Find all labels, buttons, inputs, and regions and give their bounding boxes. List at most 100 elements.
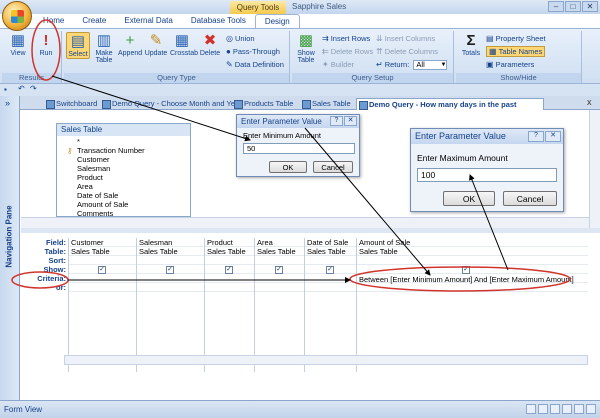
grid-column-salesman[interactable]: Salesman Sales Table ✓ bbox=[136, 238, 202, 372]
redo-icon[interactable]: ↷ bbox=[30, 84, 37, 93]
grid-column-amount-of-sale[interactable]: Amount of Sale Sales Table ✓ Between [En… bbox=[356, 238, 588, 372]
field-cell[interactable]: Product bbox=[207, 238, 233, 247]
close-window-button[interactable]: ✕ bbox=[582, 1, 598, 12]
view-icon[interactable] bbox=[586, 404, 596, 414]
field-item-comments[interactable]: Comments bbox=[77, 209, 113, 217]
show-checkbox[interactable]: ✓ bbox=[462, 266, 470, 274]
criteria-cell[interactable]: Between [Enter Minimum Amount] And [Ente… bbox=[359, 275, 574, 284]
update-button[interactable]: ✎ Update bbox=[144, 32, 168, 57]
field-item-area[interactable]: Area bbox=[77, 182, 93, 191]
sales-table-field-list[interactable]: Sales Table * ⚷ Transaction Number Custom… bbox=[56, 123, 191, 217]
ok-button[interactable]: OK bbox=[443, 191, 495, 206]
delete-label: Delete bbox=[199, 50, 221, 57]
totals-button[interactable]: Σ Totals bbox=[458, 32, 484, 57]
close-document-icon[interactable]: x bbox=[587, 97, 592, 107]
select-button[interactable]: ▤ Select bbox=[66, 32, 90, 59]
table-cell[interactable]: Sales Table bbox=[207, 247, 246, 256]
dialog-title-buttons: ? ✕ bbox=[330, 116, 357, 126]
table-names-button[interactable]: ▦ Table Names bbox=[486, 46, 546, 57]
tab-design[interactable]: Design bbox=[254, 14, 300, 28]
vertical-scrollbar[interactable] bbox=[589, 110, 600, 228]
view-button[interactable]: ▦ View bbox=[6, 32, 30, 57]
cancel-button[interactable]: Cancel bbox=[503, 191, 557, 206]
doc-tab-products-table[interactable]: Products Table bbox=[232, 98, 293, 110]
horizontal-scrollbar-top[interactable] bbox=[21, 217, 589, 228]
doc-tab-switchboard[interactable]: Switchboard bbox=[44, 98, 97, 110]
maximize-button[interactable]: □ bbox=[565, 1, 581, 12]
delete-rows-button[interactable]: ⇇ Delete Rows bbox=[322, 47, 373, 56]
crosstab-button[interactable]: ▦ Crosstab bbox=[170, 32, 198, 57]
field-item-amount-of-sale[interactable]: Amount of Sale bbox=[77, 200, 128, 209]
doc-tab-demo-query-month-year[interactable]: Demo Query - Choose Month and Year bbox=[100, 98, 242, 110]
tab-database-tools[interactable]: Database Tools bbox=[182, 14, 255, 28]
ok-button[interactable]: OK bbox=[269, 161, 307, 173]
delete-query-button[interactable]: ✖ Delete bbox=[198, 32, 222, 57]
help-button[interactable]: ? bbox=[330, 116, 343, 126]
field-item-label: Transaction Number bbox=[77, 146, 145, 155]
delete-columns-button[interactable]: ⇈ Delete Columns bbox=[376, 47, 438, 56]
table-cell[interactable]: Sales Table bbox=[71, 247, 110, 256]
dialog-close-button[interactable]: ✕ bbox=[545, 131, 561, 142]
run-button[interactable]: ! Run bbox=[34, 32, 58, 57]
field-item-customer[interactable]: Customer bbox=[77, 155, 110, 164]
cancel-button[interactable]: Cancel bbox=[313, 161, 353, 173]
builder-button[interactable]: ✦ Builder bbox=[322, 60, 354, 69]
field-cell[interactable]: Area bbox=[257, 238, 273, 247]
field-item-date-of-sale[interactable]: Date of Sale bbox=[77, 191, 118, 200]
horizontal-scrollbar-grid[interactable] bbox=[64, 355, 588, 365]
help-button[interactable]: ? bbox=[528, 131, 544, 142]
tab-home[interactable]: Home bbox=[34, 14, 73, 28]
table-cell[interactable]: Sales Table bbox=[307, 247, 346, 256]
view-icon[interactable] bbox=[574, 404, 584, 414]
field-cell[interactable]: Salesman bbox=[139, 238, 172, 247]
undo-icon[interactable]: ↶ bbox=[18, 84, 25, 93]
tab-create[interactable]: Create bbox=[73, 14, 115, 28]
field-item-salesman[interactable]: Salesman bbox=[77, 164, 110, 173]
grid-column-area[interactable]: Area Sales Table ✓ bbox=[254, 238, 302, 372]
show-checkbox[interactable]: ✓ bbox=[166, 266, 174, 274]
grid-column-date-of-sale[interactable]: Date of Sale Sales Table ✓ bbox=[304, 238, 354, 372]
insert-rows-button[interactable]: ⇉ Insert Rows bbox=[322, 34, 370, 43]
return-select[interactable]: All ▼ bbox=[413, 60, 448, 70]
show-checkbox[interactable]: ✓ bbox=[275, 266, 283, 274]
table-cell[interactable]: Sales Table bbox=[359, 247, 398, 256]
show-checkbox[interactable]: ✓ bbox=[326, 266, 334, 274]
tab-external-data[interactable]: External Data bbox=[115, 14, 181, 28]
field-item-all[interactable]: * bbox=[77, 137, 80, 146]
show-table-button[interactable]: ▩ Show Table bbox=[294, 32, 318, 64]
parameter-input-maximum[interactable] bbox=[417, 168, 557, 182]
data-definition-button[interactable]: ✎ Data Definition bbox=[226, 60, 284, 69]
field-item-transaction-number[interactable]: ⚷ Transaction Number bbox=[67, 146, 145, 155]
doc-tab-sales-table[interactable]: Sales Table bbox=[300, 98, 351, 110]
crosstab-label: Crosstab bbox=[170, 50, 199, 57]
show-checkbox[interactable]: ✓ bbox=[98, 266, 106, 274]
save-icon[interactable]: ▪ bbox=[4, 85, 7, 94]
view-icon[interactable] bbox=[538, 404, 548, 414]
property-sheet-button[interactable]: ▤ Property Sheet bbox=[486, 34, 546, 43]
parameters-button[interactable]: ▣ Parameters bbox=[486, 60, 534, 69]
insert-columns-button[interactable]: ⇊ Insert Columns bbox=[376, 34, 435, 43]
field-cell[interactable]: Amount of Sale bbox=[359, 238, 410, 247]
show-checkbox[interactable]: ✓ bbox=[225, 266, 233, 274]
union-button[interactable]: ◎ Union bbox=[226, 34, 255, 43]
doc-tab-demo-query-days-past[interactable]: Demo Query - How many days in the past bbox=[356, 98, 544, 110]
pass-through-button[interactable]: ● Pass-Through bbox=[226, 47, 280, 56]
table-cell[interactable]: Sales Table bbox=[257, 247, 296, 256]
parameter-input-minimum[interactable] bbox=[243, 143, 355, 154]
grid-column-product[interactable]: Product Sales Table ✓ bbox=[204, 238, 252, 372]
view-icon[interactable] bbox=[562, 404, 572, 414]
field-item-product[interactable]: Product bbox=[77, 173, 103, 182]
view-icon[interactable] bbox=[526, 404, 536, 414]
nav-pane-toggle-icon[interactable]: » bbox=[5, 98, 10, 108]
view-icon[interactable] bbox=[550, 404, 560, 414]
office-button[interactable] bbox=[2, 1, 32, 31]
dialog-close-button[interactable]: ✕ bbox=[344, 116, 357, 126]
append-button[interactable]: + Append bbox=[118, 32, 142, 57]
minimize-button[interactable]: – bbox=[548, 1, 564, 12]
field-cell[interactable]: Date of Sale bbox=[307, 238, 348, 247]
delete-columns-label: Delete Columns bbox=[384, 47, 439, 56]
make-table-button[interactable]: ▥ Make Table bbox=[92, 32, 116, 64]
table-cell[interactable]: Sales Table bbox=[139, 247, 178, 256]
field-cell[interactable]: Customer bbox=[71, 238, 104, 247]
grid-column-customer[interactable]: Customer Sales Table ✓ bbox=[68, 238, 134, 372]
